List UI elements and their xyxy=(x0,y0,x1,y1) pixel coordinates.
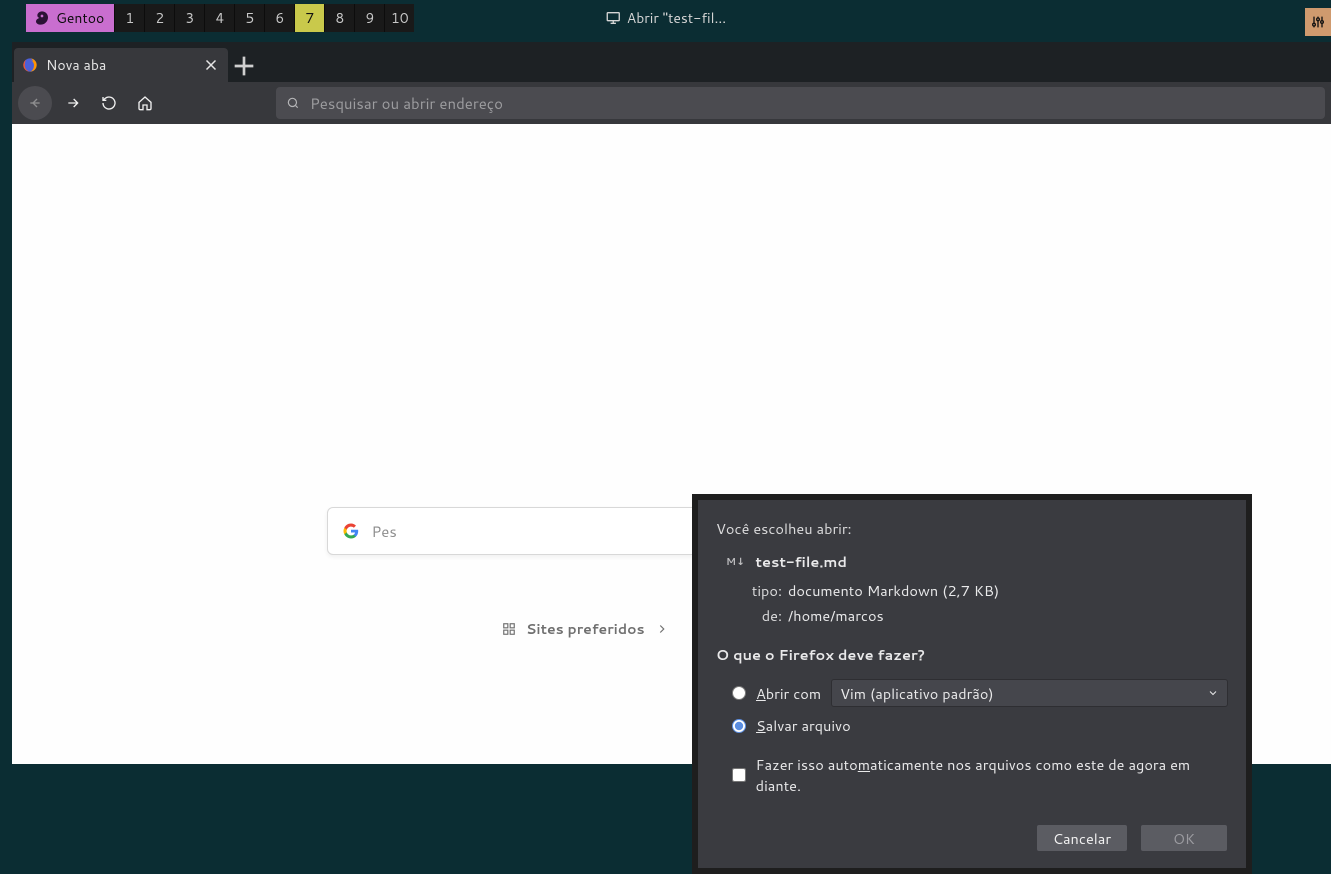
workspace-strip: Gentoo 1 2 3 4 5 6 7 8 9 10 xyxy=(26,4,414,32)
workspace-9[interactable]: 9 xyxy=(354,4,384,32)
open-with-app-select[interactable]: Vim (aplicativo padrão) xyxy=(831,679,1228,707)
taskbar-window-title[interactable]: Abrir "test-fil… xyxy=(605,4,726,32)
taskbar-window-title-text: Abrir "test-fil… xyxy=(627,8,726,28)
open-with-radio[interactable] xyxy=(732,686,746,700)
gentoo-icon xyxy=(34,10,50,26)
browser-tab[interactable]: Nova aba xyxy=(14,48,228,82)
dialog-file-row: M↓ test-file.md xyxy=(716,551,1228,572)
dialog-from-label: de: xyxy=(746,605,788,626)
tab-close-button[interactable] xyxy=(202,56,220,74)
option-open-with[interactable]: Abrir com Vim (aplicativo padrão) xyxy=(716,675,1228,711)
firefox-icon xyxy=(22,57,38,73)
workspace-3[interactable]: 3 xyxy=(174,4,204,32)
distro-label: Gentoo xyxy=(56,8,104,28)
dialog-file-name: test-file.md xyxy=(755,551,847,572)
monitor-icon xyxy=(605,10,621,26)
google-icon xyxy=(342,522,360,540)
distro-badge[interactable]: Gentoo xyxy=(26,4,114,32)
browser-window: Nova aba xyxy=(12,42,1331,764)
nav-bar xyxy=(12,82,1331,124)
dialog-file-meta: tipo: documento Markdown (2,7 KB) de: /h… xyxy=(716,580,1228,626)
dialog-intro: Você escolheu abrir: xyxy=(716,518,1228,539)
sliders-icon xyxy=(1310,14,1326,30)
chevron-right-icon xyxy=(655,622,669,636)
grid-icon xyxy=(502,622,516,636)
new-tab-button[interactable] xyxy=(228,50,260,82)
auto-checkbox[interactable] xyxy=(732,768,746,782)
dialog-question: O que o Firefox deve fazer? xyxy=(716,644,1228,665)
back-button[interactable] xyxy=(18,86,52,120)
option-auto[interactable]: Fazer isso automaticamente nos arquivos … xyxy=(716,740,1228,796)
top-sites-toggle[interactable]: Sites preferidos xyxy=(502,619,669,639)
taskbar: Gentoo 1 2 3 4 5 6 7 8 9 10 Abrir "test-… xyxy=(0,4,1331,32)
dialog-buttons: Cancelar OK xyxy=(716,824,1228,852)
option-save-file[interactable]: Salvar arquivo xyxy=(716,711,1228,740)
home-button[interactable] xyxy=(130,88,160,118)
url-bar[interactable] xyxy=(276,87,1325,119)
top-sites-label: Sites preferidos xyxy=(526,619,645,639)
workspace-2[interactable]: 2 xyxy=(144,4,174,32)
open-with-app-value: Vim (aplicativo padrão) xyxy=(840,683,994,704)
page-content: Sites preferidos Você escolheu abrir: M↓… xyxy=(12,124,1331,764)
download-dialog: Você escolheu abrir: M↓ test-file.md tip… xyxy=(692,494,1252,874)
ok-button[interactable]: OK xyxy=(1140,824,1228,852)
workspace-1[interactable]: 1 xyxy=(114,4,144,32)
arrow-right-icon xyxy=(65,95,81,111)
reload-icon xyxy=(101,95,117,111)
taskbar-settings[interactable] xyxy=(1305,8,1331,36)
plus-icon xyxy=(228,50,260,82)
home-icon xyxy=(137,95,153,111)
cancel-button[interactable]: Cancelar xyxy=(1036,824,1128,852)
auto-label: Fazer isso automaticamente nos arquivos … xyxy=(756,754,1228,796)
tab-strip: Nova aba xyxy=(12,42,1331,82)
dialog-from-value: /home/marcos xyxy=(788,605,1228,626)
workspace-7[interactable]: 7 xyxy=(294,4,324,32)
workspace-10[interactable]: 10 xyxy=(384,4,414,32)
workspace-4[interactable]: 4 xyxy=(204,4,234,32)
save-file-radio[interactable] xyxy=(732,719,746,733)
tab-title: Nova aba xyxy=(46,55,106,75)
arrow-left-icon xyxy=(27,95,43,111)
workspace-8[interactable]: 8 xyxy=(324,4,354,32)
save-file-label: Salvar arquivo xyxy=(756,715,851,736)
reload-button[interactable] xyxy=(94,88,124,118)
url-input[interactable] xyxy=(310,93,1315,114)
dialog-type-value: documento Markdown (2,7 KB) xyxy=(788,580,1228,601)
workspace-6[interactable]: 6 xyxy=(264,4,294,32)
open-with-label: Abrir com xyxy=(756,683,821,704)
close-icon xyxy=(202,56,220,74)
markdown-icon: M↓ xyxy=(726,555,745,569)
chevron-down-icon xyxy=(1207,687,1219,699)
forward-button[interactable] xyxy=(58,88,88,118)
search-icon xyxy=(286,96,300,110)
dialog-type-label: tipo: xyxy=(746,580,788,601)
workspace-5[interactable]: 5 xyxy=(234,4,264,32)
